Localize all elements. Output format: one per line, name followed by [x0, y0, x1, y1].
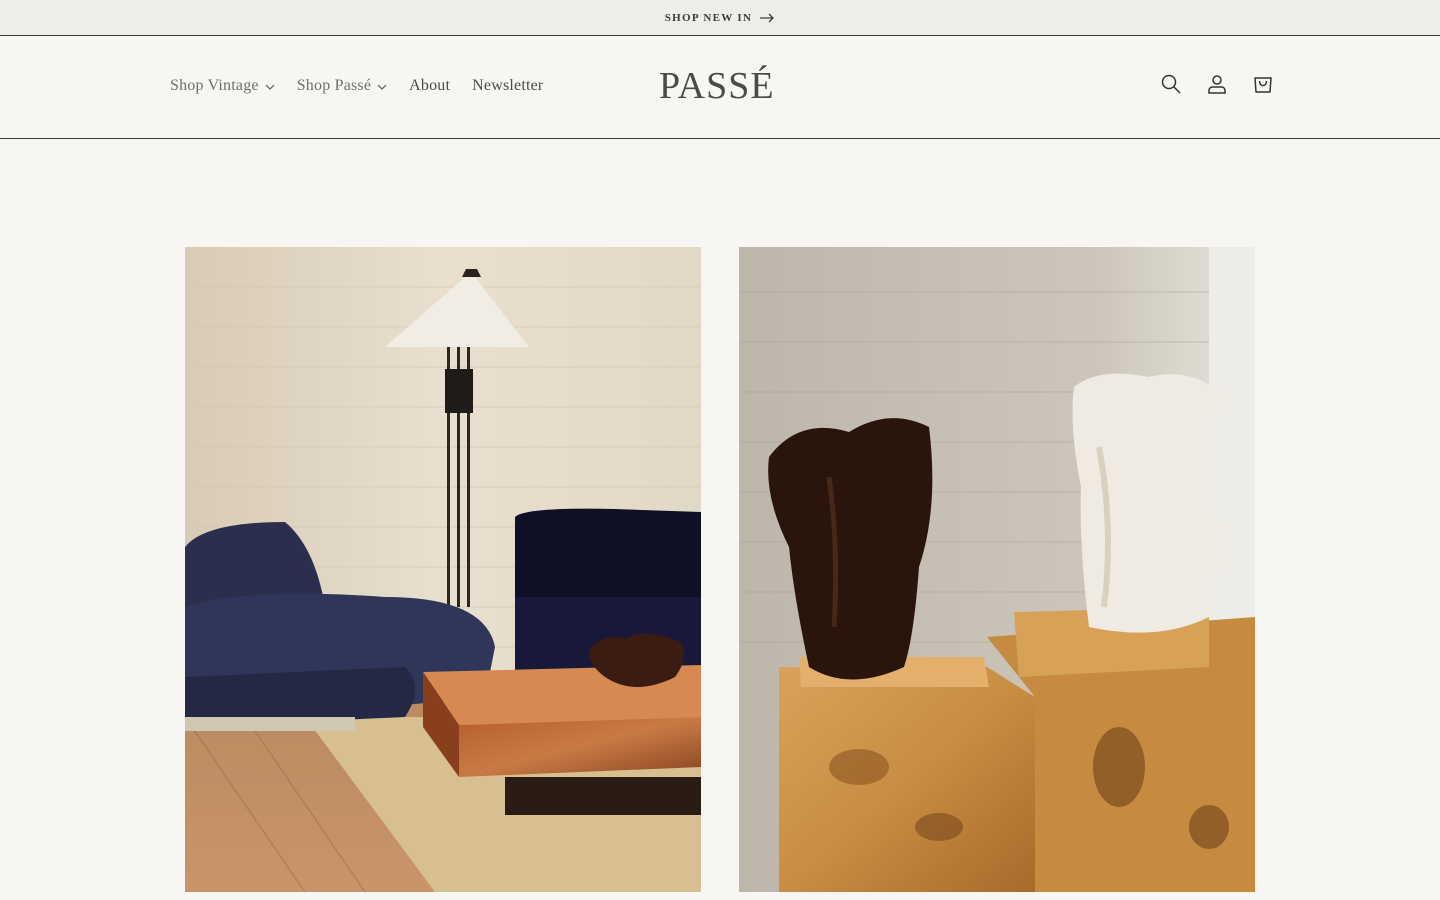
- nav-about[interactable]: About: [409, 77, 450, 95]
- search-icon: [1161, 74, 1181, 94]
- vases-image[interactable]: [739, 247, 1255, 892]
- main-nav: Shop Vintage Shop Passé About Newsletter: [170, 36, 565, 136]
- nav-newsletter[interactable]: Newsletter: [472, 77, 543, 95]
- site-logo[interactable]: PASSÉ: [659, 64, 775, 108]
- arrow-right-icon: [760, 13, 775, 22]
- announcement-bar: SHOP NEW IN: [0, 0, 1440, 36]
- living-room-illustration: [185, 247, 701, 892]
- site-header: Shop Vintage Shop Passé About Newsletter…: [0, 36, 1440, 139]
- search-button[interactable]: [1158, 70, 1184, 98]
- nav-shop-vintage[interactable]: Shop Vintage: [170, 77, 275, 95]
- living-room-image[interactable]: [185, 247, 701, 892]
- shop-new-in-link[interactable]: SHOP NEW IN: [665, 12, 775, 24]
- nav-shop-passe[interactable]: Shop Passé: [297, 77, 387, 95]
- nav-label: Shop Passé: [296, 77, 372, 94]
- header-icons: [1158, 70, 1276, 98]
- cart-button[interactable]: [1250, 70, 1276, 98]
- chevron-down-icon: [265, 84, 275, 90]
- account-icon: [1208, 75, 1226, 94]
- nav-label: About: [409, 77, 451, 94]
- nav-label: Shop Vintage: [170, 77, 259, 94]
- cart-icon: [1254, 77, 1272, 93]
- announcement-text: SHOP NEW IN: [664, 11, 753, 24]
- chevron-down-icon: [377, 84, 387, 90]
- vases-illustration: [739, 247, 1255, 892]
- account-button[interactable]: [1204, 70, 1230, 98]
- nav-label: Newsletter: [472, 77, 544, 94]
